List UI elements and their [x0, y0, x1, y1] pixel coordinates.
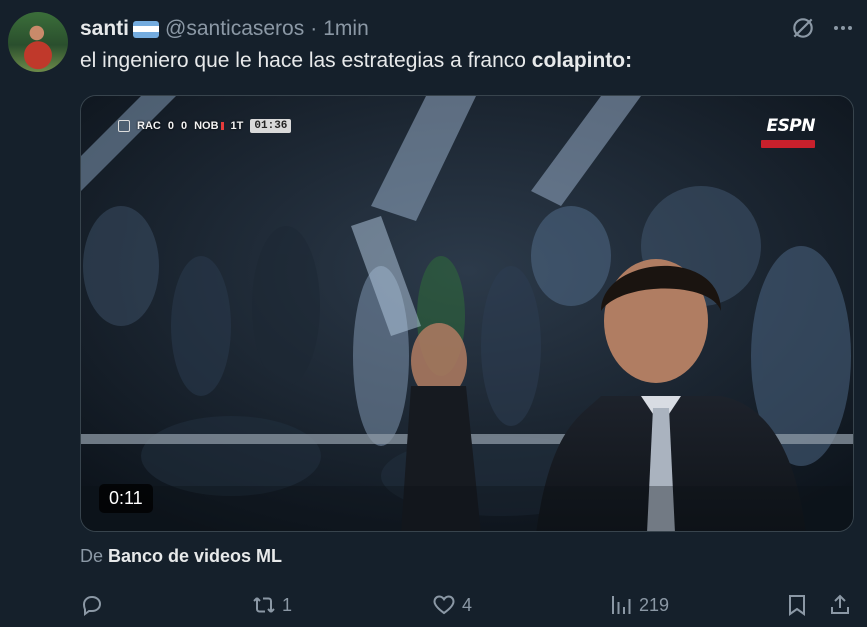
bookmark-button[interactable]	[785, 590, 809, 620]
tweet-action-bar: 1 4 219	[0, 590, 867, 620]
retweet-button[interactable]: 1	[252, 590, 292, 620]
retweet-count: 1	[282, 594, 293, 615]
scorebug: RAC 0 0 NOB 1T 01:36	[118, 118, 292, 134]
tweet-text-plain: el ingeniero que le hace las estrategias…	[80, 49, 532, 72]
tweet-timestamp[interactable]: 1min	[323, 17, 369, 41]
author-display-name[interactable]: santi	[80, 17, 129, 41]
source-name-link[interactable]: Banco de videos ML	[108, 546, 282, 566]
like-count: 4	[462, 594, 473, 615]
broadcaster-name: ESPN	[766, 116, 815, 136]
views-button[interactable]: 219	[609, 590, 669, 620]
broadcaster-logo: ESPN	[761, 116, 816, 153]
scorebug-home-team: RAC	[137, 120, 161, 132]
header-separator: ·	[310, 17, 318, 40]
author-handle[interactable]: @santicaseros	[165, 17, 304, 41]
red-card-icon	[220, 122, 224, 130]
like-button[interactable]: 4	[432, 590, 472, 620]
bookmark-icon	[789, 595, 805, 616]
broadcaster-tag	[761, 140, 815, 148]
video-frame	[81, 96, 853, 531]
scorebug-clock: 01:36	[250, 119, 292, 133]
source-prefix: De	[80, 546, 104, 566]
view-count: 219	[639, 594, 670, 615]
league-logo-icon	[118, 120, 130, 132]
scorebug-away-team: NOB	[194, 120, 219, 132]
retweet-icon	[253, 597, 275, 613]
scorebug-away-score: 0	[180, 120, 188, 132]
grok-icon[interactable]	[790, 15, 816, 41]
share-button[interactable]	[828, 590, 852, 620]
tweet-header: santi @santicaseros · 1min	[80, 16, 369, 42]
tweet-text: el ingeniero que le hace las estrategias…	[80, 49, 632, 73]
more-options-icon[interactable]	[832, 20, 854, 36]
heart-icon	[433, 595, 455, 615]
analytics-icon	[612, 596, 631, 614]
author-avatar[interactable]	[8, 12, 68, 72]
source-attribution: De Banco de videos ML	[80, 546, 282, 567]
share-icon	[831, 594, 849, 614]
scorebug-home-score: 0	[167, 120, 174, 132]
reply-button[interactable]	[80, 590, 110, 620]
flag-emoji-icon	[133, 20, 160, 38]
tweet-text-bold: colapinto:	[531, 49, 633, 72]
video-player[interactable]: RAC 0 0 NOB 1T 01:36 ESPN 0:11	[80, 95, 854, 532]
reply-icon	[82, 595, 102, 616]
scorebug-period: 1T	[230, 120, 244, 132]
video-duration-badge: 0:11	[99, 484, 153, 513]
